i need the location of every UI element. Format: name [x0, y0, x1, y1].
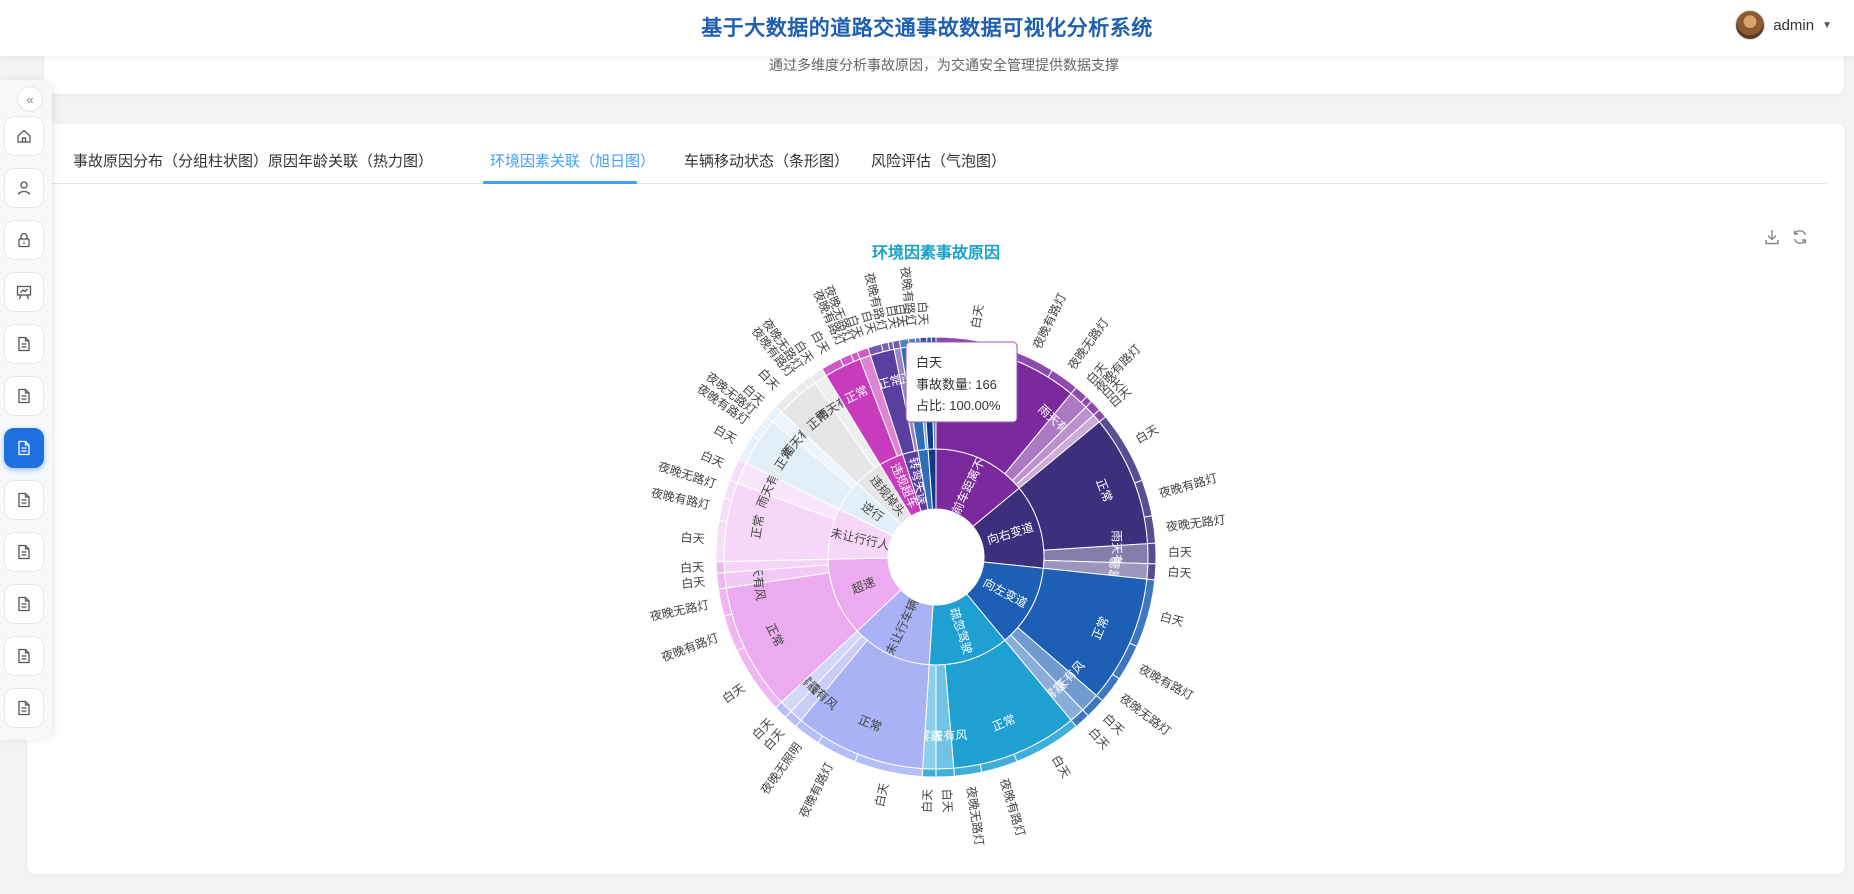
- sunburst-light-label: 夜晚有路灯: [796, 760, 837, 820]
- sunburst-light-label: 夜晚无路灯: [649, 597, 711, 624]
- sidebar-item-2[interactable]: [4, 168, 44, 208]
- sunburst-light-label: 白天: [940, 788, 956, 813]
- sunburst-light-label: 白天: [919, 789, 935, 813]
- user-name: admin: [1773, 16, 1815, 34]
- sunburst-light-label: 夜晚有路灯: [1029, 291, 1069, 352]
- sunburst-light-label: 白天: [680, 529, 705, 546]
- sunburst-light-label: 白天: [699, 447, 727, 470]
- sunburst-light-label: 夜晚无路灯: [1117, 690, 1174, 738]
- sunburst-light-label: 白天: [967, 303, 986, 329]
- lock-icon: [18, 232, 30, 248]
- sunburst-light-label: 白天: [872, 781, 892, 808]
- sidebar-item-4[interactable]: [4, 272, 44, 312]
- sidebar-item-6[interactable]: [4, 376, 44, 416]
- sunburst-chart: 环境因素事故原因 与前车距离不足正常白天夜晚有路灯夜晚无路灯雨天有风白天夜晚有路…: [649, 243, 1227, 847]
- tooltip-count: 事故数量: 166: [916, 377, 997, 392]
- sunburst-light-segment[interactable]: [935, 767, 955, 778]
- sidebar: «: [0, 80, 52, 740]
- sidebar-item-5[interactable]: [4, 324, 44, 364]
- sunburst-light-label: 白天: [1158, 609, 1185, 630]
- tooltip-title: 白天: [916, 355, 942, 370]
- document-icon: [18, 388, 30, 404]
- sunburst-light-label: 白天: [1167, 564, 1192, 581]
- sunburst-light-label: 夜晚有路灯: [997, 777, 1029, 839]
- sidebar-item-1[interactable]: [4, 116, 44, 156]
- chart-tooltip: 白天 事故数量: 166 占比: 100.00%: [905, 341, 1018, 423]
- document-icon: [18, 596, 30, 612]
- sunburst-light-label: 白天: [915, 301, 931, 326]
- sunburst-light-label: 白天: [1133, 421, 1161, 446]
- sunburst-light-label: 白天: [681, 574, 707, 592]
- document-icon: [18, 648, 30, 664]
- chart-title: 环境因素事故原因: [872, 243, 1000, 262]
- document-icon: [18, 492, 30, 508]
- user-menu[interactable]: admin ▼: [1735, 10, 1832, 40]
- presentation-icon: [16, 285, 32, 300]
- sunburst-light-segment[interactable]: [921, 768, 937, 778]
- sunburst-light-segment[interactable]: [1147, 542, 1157, 565]
- sunburst-light-label: 白天: [1049, 752, 1074, 780]
- sunburst-light-label: 夜晚有路灯: [1157, 470, 1219, 501]
- top-bar: 基于大数据的道路交通事故数据可视化分析系统 admin ▼: [0, 0, 1854, 56]
- document-icon: [18, 440, 30, 456]
- tooltip-ratio: 占比: 100.00%: [916, 398, 1001, 413]
- sunburst-light-label: 夜晚有路灯: [659, 630, 720, 665]
- sunburst-light-segment[interactable]: [715, 560, 726, 574]
- sidebar-item-7[interactable]: [4, 428, 44, 468]
- document-icon: [18, 544, 30, 560]
- sidebar-item-10[interactable]: [4, 584, 44, 624]
- sunburst-light-label: 夜晚无路灯: [1064, 315, 1111, 372]
- sunburst-light-segment[interactable]: [716, 571, 727, 590]
- sidebar-item-3[interactable]: [4, 220, 44, 260]
- sidebar-item-8[interactable]: [4, 480, 44, 520]
- avatar[interactable]: [1735, 10, 1766, 40]
- sunburst-light-label: 夜晚无路灯: [1165, 512, 1226, 534]
- sidebar-item-9[interactable]: [4, 532, 44, 572]
- sunburst-light-label: 夜晚无路灯: [964, 785, 988, 847]
- document-icon: [18, 700, 30, 716]
- caret-down-icon: ▼: [1822, 19, 1832, 31]
- sunburst-light-label: 白天: [680, 559, 705, 575]
- app-title: 基于大数据的道路交通事故数据可视化分析系统: [701, 17, 1153, 40]
- sunburst-light-label: 夜晚有路灯: [1136, 661, 1196, 703]
- sunburst-light-label: 白天: [711, 421, 739, 446]
- collapse-sidebar-button[interactable]: «: [17, 86, 43, 112]
- document-icon: [18, 336, 30, 352]
- sunburst-light-label: 夜晚有路灯: [650, 485, 712, 513]
- sunburst-light-label: 白天: [719, 680, 747, 706]
- user-icon: [17, 181, 31, 195]
- sunburst-light-label: 白天: [1168, 544, 1192, 559]
- sunburst-light-segment[interactable]: [1146, 563, 1157, 581]
- sidebar-item-12[interactable]: [4, 688, 44, 728]
- home-icon: [17, 129, 31, 143]
- sidebar-item-11[interactable]: [4, 636, 44, 676]
